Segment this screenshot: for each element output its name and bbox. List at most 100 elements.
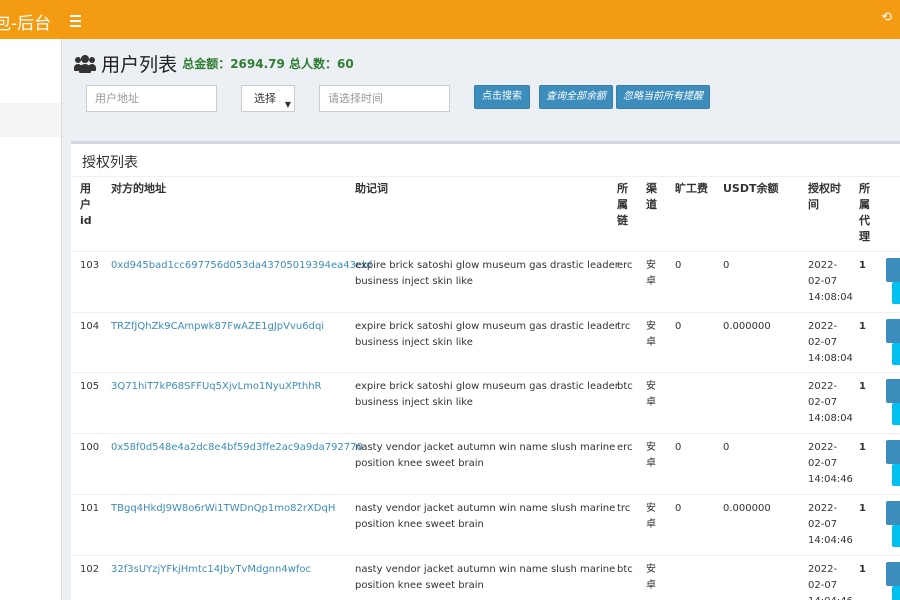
cell-user-id: 100 [80, 442, 100, 453]
cell-agent: 1 [859, 381, 866, 392]
cell-channel-line2: 卓 [646, 276, 656, 287]
col-header-usdt-balance: USDT余额 [723, 182, 779, 195]
cell-channel-line1: 安 [646, 260, 656, 271]
cell-mnemonic-line2: position knee sweet brain [355, 458, 484, 469]
cell-usdt-balance: 0 [723, 442, 730, 453]
row-action-button[interactable] [886, 562, 900, 586]
cell-channel-line1: 安 [646, 321, 656, 332]
summary-stats: 总金额：2694.79 总人数：60 [182, 57, 354, 71]
cell-address[interactable]: 0xd945bad1cc697756d053da43705019394ea43e… [111, 258, 372, 274]
cell-auth-time: 14:04:46 [808, 474, 853, 485]
search-button[interactable]: 点击搜索 [474, 85, 530, 109]
cell-mnemonic-line2: business inject skin like [355, 397, 473, 408]
cell-auth-time: 14:04:46 [808, 594, 853, 600]
row-action-button[interactable] [886, 319, 900, 343]
cell-miner-fee: 0 [675, 260, 682, 271]
cell-mnemonic-line1: nasty vendor jacket autumn win name slus… [355, 564, 616, 575]
cell-channel-line1: 安 [646, 503, 656, 514]
cell-mnemonic-line1: nasty vendor jacket autumn win name slus… [355, 503, 616, 514]
cell-chain: erc [617, 442, 633, 453]
cell-auth-date-line1: 2022- [808, 260, 838, 271]
cell-chain: trc [617, 321, 631, 332]
cell-chain: btc [617, 564, 633, 575]
address-search-input[interactable]: 用户地址 [86, 85, 217, 112]
sidebar [0, 39, 62, 600]
cell-channel-line1: 安 [646, 564, 656, 575]
sidebar-item-active[interactable] [0, 103, 62, 137]
cell-miner-fee: 0 [675, 503, 682, 514]
cell-auth-date-line1: 2022- [808, 442, 838, 453]
col-header-agent: 所属代理 [859, 182, 870, 243]
cell-channel-line1: 安 [646, 381, 656, 392]
chain-select[interactable]: 选择 ▼ [241, 85, 295, 112]
row-secondary-action-button[interactable] [892, 525, 900, 547]
table-row-divider [71, 372, 900, 373]
row-secondary-action-button[interactable] [892, 403, 900, 425]
query-all-balance-button[interactable]: 查询全部余额 [539, 85, 613, 109]
cell-mnemonic-line1: expire brick satoshi glow museum gas dra… [355, 260, 619, 271]
cell-mnemonic-line2: position knee sweet brain [355, 519, 484, 530]
cell-channel-line2: 卓 [646, 580, 656, 591]
users-icon [74, 54, 96, 73]
cell-miner-fee: 0 [675, 321, 682, 332]
cell-auth-time: 14:04:46 [808, 535, 853, 546]
table-title: 授权列表 [82, 155, 138, 171]
row-secondary-action-button[interactable] [892, 343, 900, 365]
cell-mnemonic-line1: nasty vendor jacket autumn win name slus… [355, 442, 616, 453]
ignore-alerts-button[interactable]: 忽略当前所有提醒 [616, 85, 710, 109]
cell-address[interactable]: TBgq4HkdJ9W8o6rWi1TWDnQp1mo82rXDqH [111, 501, 335, 517]
cell-auth-date-line2: 02-07 [808, 580, 838, 591]
table-row-divider [71, 494, 900, 495]
cell-address[interactable]: TRZfJQhZk9CAmpwk87FwAZE1gJpVvu6dqi [111, 319, 324, 335]
cell-auth-time: 14:08:04 [808, 413, 853, 424]
cell-chain: trc [617, 503, 631, 514]
cell-mnemonic-line1: expire brick satoshi glow museum gas dra… [355, 321, 619, 332]
top-navbar: 包-后台 ⟲ [0, 0, 900, 39]
cell-mnemonic-line2: business inject skin like [355, 276, 473, 287]
cell-auth-date-line1: 2022- [808, 381, 838, 392]
cell-channel-line2: 卓 [646, 519, 656, 530]
logout-icon[interactable]: ⟲ [881, 10, 892, 25]
cell-channel-line1: 安 [646, 442, 656, 453]
cell-mnemonic-line2: position knee sweet brain [355, 580, 484, 591]
cell-auth-time: 14:08:04 [808, 353, 853, 364]
col-header-miner-fee: 旷工费 [675, 182, 708, 195]
cell-address[interactable]: 3Q71hiT7kP68SFFUq5XjvLmo1NyuXPthhR [111, 379, 321, 395]
cell-agent: 1 [859, 321, 866, 332]
cell-channel-line2: 卓 [646, 337, 656, 348]
cell-address[interactable]: 32f3sUYzjYFkjHmtc14JbyTvMdgnn4wfoc [111, 562, 311, 578]
time-picker-input[interactable]: 请选择时间 [319, 85, 450, 112]
row-secondary-action-button[interactable] [892, 282, 900, 304]
cell-auth-time: 14:08:04 [808, 292, 853, 303]
cell-user-id: 101 [80, 503, 100, 514]
col-header-channel: 渠道 [646, 182, 657, 211]
cell-user-id: 105 [80, 381, 100, 392]
row-action-button[interactable] [886, 379, 900, 403]
brand-title[interactable]: 包-后台 [0, 9, 51, 34]
cell-user-id: 102 [80, 564, 100, 575]
table-row-divider [71, 433, 900, 434]
cell-auth-date-line2: 02-07 [808, 397, 838, 408]
col-header-chain: 所属链 [617, 182, 628, 227]
cell-user-id: 103 [80, 260, 100, 271]
table-row-divider [71, 251, 900, 252]
row-action-button[interactable] [886, 258, 900, 282]
cell-agent: 1 [859, 503, 866, 514]
cell-channel-line2: 卓 [646, 397, 656, 408]
cell-auth-date-line1: 2022- [808, 321, 838, 332]
cell-auth-date-line1: 2022- [808, 564, 838, 575]
chain-select-value: 选择 [254, 92, 276, 105]
cell-auth-date-line2: 02-07 [808, 458, 838, 469]
row-secondary-action-button[interactable] [892, 464, 900, 486]
menu-toggle-icon[interactable] [70, 9, 86, 29]
cell-address[interactable]: 0x58f0d548e4a2dc8e4bf59d3ffe2ac9a9da7927… [111, 440, 363, 456]
divider [71, 176, 900, 177]
cell-usdt-balance: 0 [723, 260, 730, 271]
authorization-table-box: 授权列表 [71, 141, 900, 600]
row-action-button[interactable] [886, 440, 900, 464]
cell-chain: btc [617, 381, 633, 392]
row-secondary-action-button[interactable] [892, 586, 900, 600]
row-action-button[interactable] [886, 501, 900, 525]
col-header-address: 对方的地址 [111, 182, 166, 195]
table-row-divider [71, 312, 900, 313]
